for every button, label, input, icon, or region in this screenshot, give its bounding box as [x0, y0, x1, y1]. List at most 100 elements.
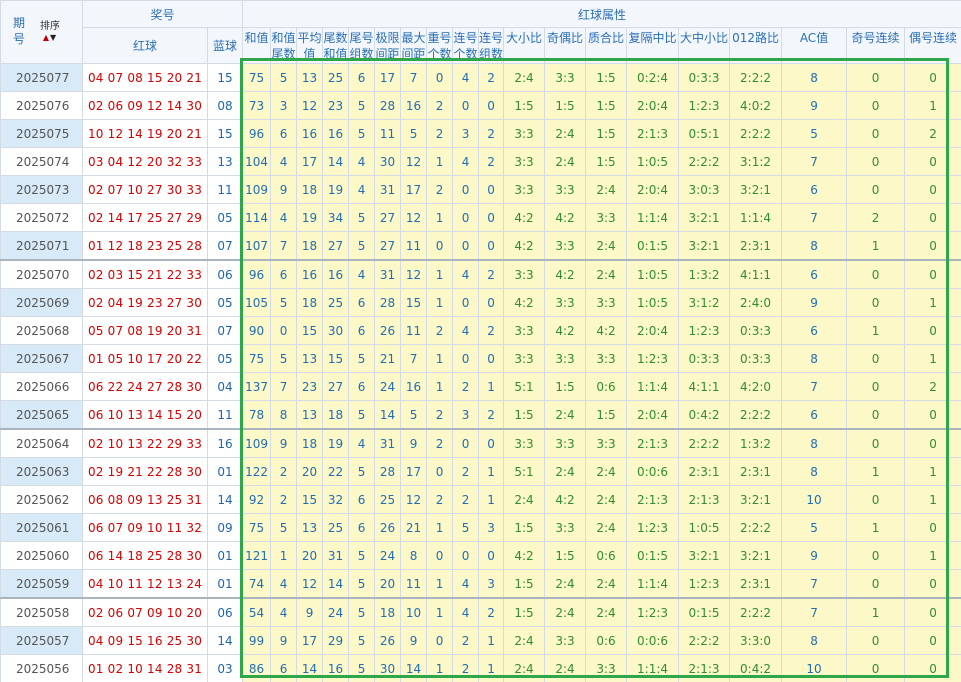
table-row[interactable]: 2025077 04 07 08 15 20 21 15 75 5 13 25 6 17 7 0 4 2… — [0, 63, 961, 92]
attr-cell: 9 — [400, 626, 428, 655]
attr-cell: 4 — [270, 203, 298, 232]
table-row[interactable]: 2025062 06 08 09 13 25 31 14 92 2 15 32 6 25 12 2 2… — [0, 485, 961, 514]
attr-cell: 2:3:1 — [678, 457, 731, 486]
attr-cell: 3:3 — [544, 626, 587, 655]
table-row[interactable]: 2025076 02 06 09 12 14 30 08 73 3 12 23 5 28 16 2 0… — [0, 91, 961, 120]
table-row[interactable]: 2025075 10 12 14 19 20 21 15 96 6 16 16 5 11 5 2 3 2… — [0, 119, 961, 148]
attr-cell: 0:1:5 — [626, 231, 680, 261]
attr-col-label: 重号个数 — [427, 31, 452, 61]
attr-cell: 1 — [846, 513, 906, 542]
table-row[interactable]: 2025063 02 19 21 22 28 30 01 122 2 20 22 5 28 17 0… — [0, 457, 961, 486]
attr-cell: 2 — [478, 119, 505, 148]
draw-rows: 2025077 04 07 08 15 20 21 15 75 5 13 25 6 17 7 0 4 2… — [0, 63, 961, 682]
attr-col-header: 复隔中比 — [626, 27, 680, 64]
attr-cell: 3:3 — [503, 175, 546, 204]
attr-cell: 27 — [322, 372, 350, 401]
attr-cell: 0:3:3 — [729, 344, 783, 373]
table-row[interactable]: 2025061 06 07 09 10 11 32 09 75 5 13 25 6 26 21 1 5… — [0, 513, 961, 542]
attr-cell: 14 — [322, 147, 350, 176]
attr-cell: 2:2:2 — [729, 119, 783, 148]
attr-cell: 1 — [904, 288, 961, 317]
attr-cell: 8 — [781, 626, 848, 655]
sort-button[interactable]: 排序 ▲▼ — [40, 21, 60, 43]
red-balls: 06 22 24 27 28 30 — [82, 372, 208, 401]
table-row[interactable]: 2025060 06 14 18 25 28 30 01 121 1 20 31 5 24 8 0 0… — [0, 541, 961, 570]
attr-cell: 2:1:3 — [626, 485, 680, 514]
attr-cell: 16 — [322, 119, 350, 148]
attr-cell: 92 — [242, 485, 272, 514]
attr-col-header: 连号组数 — [478, 27, 505, 64]
attr-cell: 0 — [904, 597, 961, 627]
table-row[interactable]: 2025068 05 07 08 19 20 31 07 90 0 15 30 6 26 11 2 4… — [0, 316, 961, 345]
attr-cell: 4 — [348, 259, 376, 289]
attr-cell: 4:2 — [503, 288, 546, 317]
attr-cell: 0 — [452, 288, 480, 317]
attr-cell: 2:4 — [544, 654, 587, 682]
attr-cell: 3:3 — [585, 654, 628, 682]
attr-col-header: 和值尾数 — [270, 27, 298, 64]
attr-cell: 3:1:2 — [729, 147, 783, 176]
attr-cell: 0 — [846, 63, 906, 92]
attr-cell: 2:1:3 — [626, 119, 680, 148]
table-row[interactable]: 2025058 02 06 07 09 10 20 06 54 4 9 24 5 18 10 1 4 2… — [0, 597, 961, 627]
attr-cell: 8 — [781, 344, 848, 373]
attr-cell: 4 — [270, 597, 298, 627]
attr-cell: 34 — [322, 203, 350, 232]
table-row[interactable]: 2025066 06 22 24 27 28 30 04 137 7 23 27 6 24 16 1… — [0, 372, 961, 401]
issue-number: 2025059 — [0, 569, 83, 599]
attr-cell: 1:2:3 — [678, 91, 731, 120]
attr-cell: 2:4:0 — [729, 288, 783, 317]
draw-header: 奖号 — [81, 0, 244, 28]
attr-cell: 2 — [478, 259, 505, 289]
attr-cell: 18 — [296, 231, 324, 261]
attr-cell: 2:3:1 — [729, 569, 783, 599]
attr-cell: 19 — [322, 175, 350, 204]
attr-cell: 20 — [374, 569, 402, 599]
attr-cell: 7 — [781, 597, 848, 627]
table-row[interactable]: 2025070 02 03 15 21 22 33 06 96 6 16 16 4 31 12 1 4… — [0, 259, 961, 289]
table-row[interactable]: 2025056 01 02 10 14 28 31 03 86 6 14 16 5 30 14 1 2… — [0, 654, 961, 682]
attr-col-label: 连号组数 — [479, 31, 504, 61]
table-row[interactable]: 2025074 03 04 12 20 32 33 13 104 4 17 14 4 30 12 1… — [0, 147, 961, 176]
table-row[interactable]: 2025073 02 07 10 27 30 33 11 109 9 18 19 4 31 17 2… — [0, 175, 961, 204]
attr-cell: 2 — [478, 597, 505, 627]
attr-cell: 2:0:4 — [626, 400, 680, 430]
attr-cell: 0 — [478, 91, 505, 120]
issue-number: 2025064 — [0, 428, 83, 458]
table-row[interactable]: 2025059 04 10 11 12 13 24 01 74 4 12 14 5 20 11 1 4… — [0, 569, 961, 599]
attr-cell: 0:6 — [585, 541, 628, 570]
attr-cell: 6 — [781, 400, 848, 430]
blue-ball: 05 — [206, 288, 244, 317]
attr-cell: 3:3 — [544, 513, 587, 542]
attr-cell: 2:1:3 — [678, 485, 731, 514]
table-row[interactable]: 2025064 02 10 13 22 29 33 16 109 9 18 19 4 31 9 2 0… — [0, 428, 961, 458]
attr-cell: 3:3 — [544, 63, 587, 92]
attr-cell: 1:5 — [585, 400, 628, 430]
attr-cell: 0 — [270, 316, 298, 345]
attr-cell: 2:4 — [585, 485, 628, 514]
attr-cell: 5 — [400, 400, 428, 430]
table-row[interactable]: 2025065 06 10 13 14 15 20 11 78 8 13 18 5 14 5 2 3 2… — [0, 400, 961, 430]
issue-number: 2025058 — [0, 597, 83, 627]
attr-cell: 78 — [242, 400, 272, 430]
attr-cell: 2:4 — [544, 147, 587, 176]
attr-cell: 0 — [452, 344, 480, 373]
sort-arrows-icon[interactable]: ▲▼ — [40, 32, 60, 43]
table-row[interactable]: 2025072 02 14 17 25 27 29 05 114 4 19 34 5 27 12 1… — [0, 203, 961, 232]
attr-cell: 1:5 — [585, 119, 628, 148]
attr-cell: 0 — [904, 654, 961, 682]
table-row[interactable]: 2025071 01 12 18 23 25 28 07 107 7 18 27 5 27 11 0… — [0, 231, 961, 261]
attr-cell: 10 — [781, 485, 848, 514]
attr-cell: 0 — [904, 63, 961, 92]
attr-cell: 24 — [374, 372, 402, 401]
table-row[interactable]: 2025069 02 04 19 23 27 30 05 105 5 18 25 6 28 15 1… — [0, 288, 961, 317]
attr-cell: 4 — [348, 175, 376, 204]
attr-cell: 27 — [374, 203, 402, 232]
table-row[interactable]: 2025057 04 09 15 16 25 30 14 99 9 17 29 5 26 9 0 2 1… — [0, 626, 961, 655]
attr-cell: 16 — [322, 259, 350, 289]
attr-cell: 1:5 — [585, 147, 628, 176]
attr-cell: 2:4 — [544, 457, 587, 486]
attr-cell: 1 — [426, 597, 454, 627]
attr-cell: 0 — [846, 654, 906, 682]
table-row[interactable]: 2025067 01 05 10 17 20 22 05 75 5 13 15 5 21 7 1 0 0… — [0, 344, 961, 373]
